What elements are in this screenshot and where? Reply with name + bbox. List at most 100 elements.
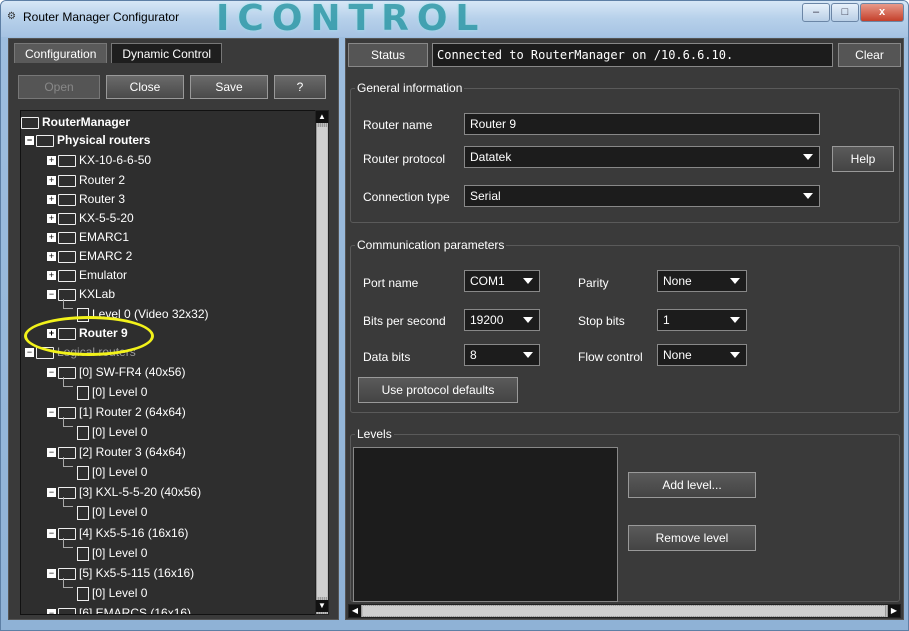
chevron-down-icon (730, 317, 740, 323)
router-name-field[interactable]: Router 9 (464, 113, 820, 135)
expand-icon[interactable]: + (47, 252, 56, 262)
tree-item[interactable]: + Router 3 (47, 190, 125, 208)
tree-vertical-scrollbar[interactable]: ▲ ▼ (315, 110, 329, 615)
document-icon (77, 425, 89, 440)
tree-item-level[interactable]: [0] Level 0 (77, 383, 147, 401)
collapse-icon[interactable]: − (47, 529, 56, 539)
clear-button[interactable]: Clear (838, 43, 901, 67)
folder-icon (58, 231, 76, 244)
collapse-icon[interactable]: − (47, 488, 56, 498)
tree-root[interactable]: RouterManager (21, 113, 130, 131)
tree-item[interactable]: + EMARC 2 (47, 247, 132, 265)
use-protocol-defaults-button[interactable]: Use protocol defaults (358, 377, 518, 403)
chevron-down-icon (730, 278, 740, 284)
tree-item-level[interactable]: [0] Level 0 (77, 544, 147, 562)
scroll-right-icon[interactable]: ▶ (888, 605, 900, 617)
tree-item-level[interactable]: [0] Level 0 (77, 584, 147, 602)
parity-label: Parity (578, 276, 609, 290)
parity-select[interactable]: None (657, 270, 747, 292)
document-icon (77, 465, 89, 480)
scroll-left-icon[interactable]: ◀ (349, 605, 361, 617)
tab-configuration[interactable]: Configuration (14, 43, 108, 63)
scrollbar-thumb[interactable] (317, 127, 327, 597)
title-bar: ⚙ Router Manager Configurator ICONTROL –… (1, 0, 908, 39)
scrollbar-thumb[interactable] (363, 606, 885, 616)
collapse-icon[interactable]: − (25, 136, 34, 146)
app-icon: ⚙ (7, 11, 16, 22)
help-button[interactable]: Help (832, 146, 894, 172)
folder-icon (21, 116, 39, 129)
expand-icon[interactable]: + (47, 176, 56, 186)
port-name-select[interactable]: COM1 (464, 270, 540, 292)
expand-icon[interactable]: + (47, 271, 56, 281)
tab-dynamic-control[interactable]: Dynamic Control (111, 43, 223, 63)
flow-control-label: Flow control (578, 350, 643, 364)
bits-per-second-select[interactable]: 19200 (464, 309, 540, 331)
connection-type-label: Connection type (363, 190, 450, 204)
scroll-down-icon[interactable]: ▼ (316, 600, 328, 612)
scroll-up-icon[interactable]: ▲ (316, 111, 328, 123)
close-window-button[interactable]: x (860, 3, 904, 22)
close-button[interactable]: Close (106, 75, 184, 99)
router-name-label: Router name (363, 118, 433, 132)
folder-icon (58, 193, 76, 206)
collapse-icon[interactable]: − (47, 368, 56, 378)
general-information-legend: General information (355, 81, 465, 95)
chevron-down-icon (803, 193, 813, 199)
tree-item[interactable]: − [6] EMARCS (16x16) (47, 604, 191, 614)
collapse-icon[interactable]: − (47, 569, 56, 579)
tree-connector (63, 299, 73, 309)
chevron-down-icon (803, 154, 813, 160)
tree-item-level[interactable]: [0] Level 0 (77, 503, 147, 521)
tree-item[interactable]: + Router 2 (47, 171, 125, 189)
expand-icon[interactable]: + (47, 233, 56, 243)
levels-list[interactable] (353, 447, 618, 602)
document-icon (77, 546, 89, 561)
connection-type-select[interactable]: Serial (464, 185, 820, 207)
selection-highlight-circle (24, 316, 154, 356)
stop-bits-select[interactable]: 1 (657, 309, 747, 331)
data-bits-label: Data bits (363, 350, 411, 364)
minimize-button[interactable]: – (802, 3, 830, 22)
tree-connector (63, 538, 73, 548)
tree-item[interactable]: + KX-5-5-20 (47, 209, 134, 227)
expand-icon[interactable]: + (47, 195, 56, 205)
expand-icon[interactable]: + (47, 156, 56, 166)
open-button[interactable]: Open (18, 75, 100, 99)
tree-item-level[interactable]: [0] Level 0 (77, 423, 147, 441)
tree-connector (63, 497, 73, 507)
save-button[interactable]: Save (190, 75, 268, 99)
status-button[interactable]: Status (348, 43, 428, 67)
data-bits-select[interactable]: 8 (464, 344, 540, 366)
collapse-icon[interactable]: − (47, 408, 56, 418)
remove-level-button[interactable]: Remove level (628, 525, 756, 551)
collapse-icon[interactable]: − (47, 448, 56, 458)
maximize-button[interactable]: □ (831, 3, 859, 22)
expand-icon[interactable]: + (47, 214, 56, 224)
document-icon (77, 586, 89, 601)
flow-control-select[interactable]: None (657, 344, 747, 366)
tree-physical-routers[interactable]: − Physical routers (25, 131, 150, 149)
help-question-button[interactable]: ? (274, 75, 326, 99)
collapse-icon[interactable]: − (25, 348, 34, 358)
folder-icon (58, 174, 76, 187)
brand-logo: ICONTROL (216, 0, 487, 39)
right-horizontal-scrollbar[interactable]: ◀ ▶ (348, 604, 901, 618)
tree-connector (63, 578, 73, 588)
folder-icon (36, 134, 54, 147)
router-protocol-select[interactable]: Datatek (464, 146, 820, 168)
add-level-button[interactable]: Add level... (628, 472, 756, 498)
collapse-icon[interactable]: − (47, 609, 56, 614)
tree-item[interactable]: + EMARC1 (47, 228, 129, 246)
communication-parameters-legend: Communication parameters (355, 238, 507, 252)
collapse-icon[interactable]: − (47, 290, 56, 300)
tree-item[interactable]: + KX-10-6-6-50 (47, 151, 151, 169)
tree-item-level[interactable]: [0] Level 0 (77, 463, 147, 481)
router-protocol-label: Router protocol (363, 152, 446, 166)
tree-item[interactable]: − KXLab (47, 285, 115, 303)
router-tree[interactable]: RouterManager − Physical routers + KX-10-6… (20, 110, 316, 615)
folder-icon (58, 607, 76, 614)
port-name-label: Port name (363, 276, 419, 290)
tree-item[interactable]: + Emulator (47, 266, 127, 284)
tree-connector (63, 417, 73, 427)
